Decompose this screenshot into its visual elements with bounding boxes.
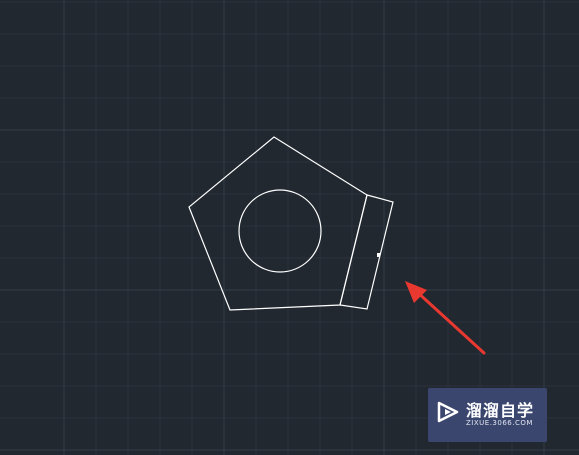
inner-circle-shape[interactable] bbox=[238, 189, 322, 273]
grip-point-marker[interactable] bbox=[377, 253, 380, 257]
watermark-subtitle: ZIXUE.3066.COM bbox=[466, 419, 533, 427]
play-logo-icon bbox=[437, 401, 459, 423]
watermark-title: 溜溜自学 bbox=[466, 401, 535, 420]
site-watermark: 溜溜自学 ZIXUE.3066.COM bbox=[428, 388, 547, 442]
cad-drawing-canvas[interactable] bbox=[0, 0, 579, 455]
red-arrow-icon bbox=[405, 281, 486, 355]
drawing-geometry[interactable] bbox=[0, 0, 579, 455]
pentagon-shape[interactable] bbox=[188, 136, 368, 311]
side-rectangle-shape[interactable] bbox=[339, 194, 394, 310]
